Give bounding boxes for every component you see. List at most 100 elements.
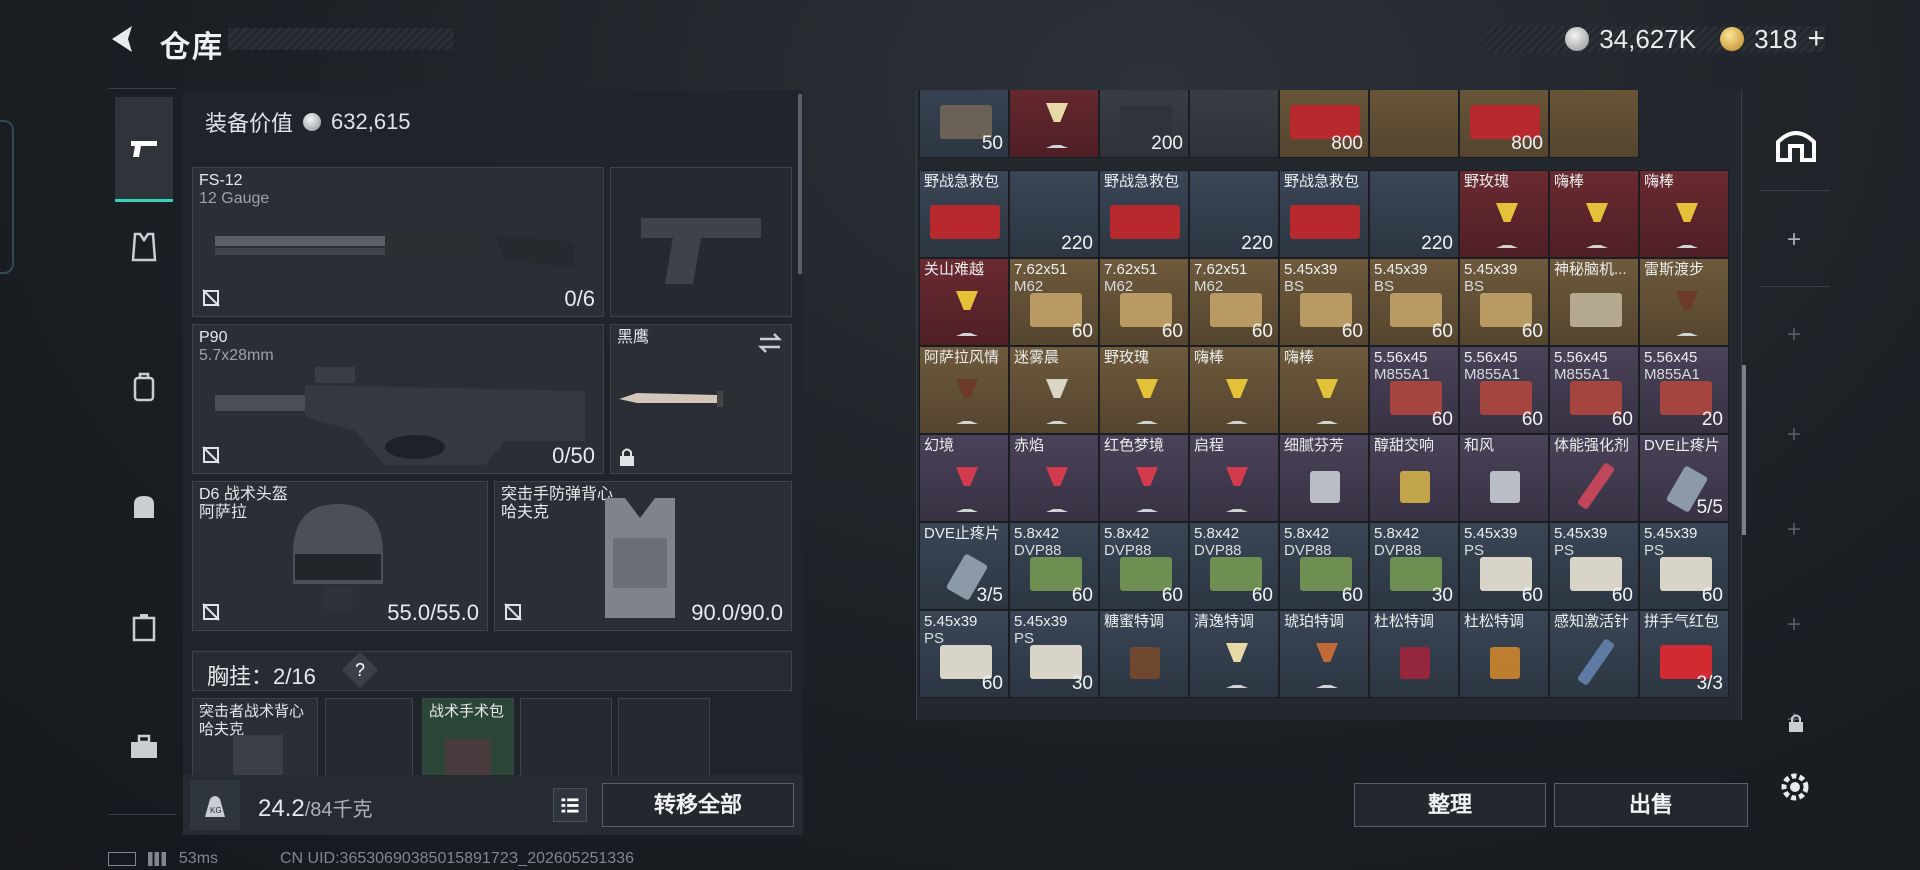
stash-item-cell[interactable]: 220 — [1189, 170, 1279, 258]
stash-item-cell[interactable]: 5.8x42 DVP88 60 — [1009, 522, 1099, 610]
stash-item-cell[interactable]: 5.45x39 BS 60 — [1369, 258, 1459, 346]
stash-item-cell[interactable]: 红色梦境 — [1099, 434, 1189, 522]
stash-item-cell[interactable]: 神秘脑机... — [1549, 258, 1639, 346]
stash-item-cell[interactable]: 220 — [1369, 170, 1459, 258]
stash-item-name: 醇甜交响 — [1374, 437, 1435, 454]
rig-item-slot[interactable]: 战术手术包 — [422, 698, 514, 779]
stash-item-cell[interactable]: 阿萨拉风情 — [919, 346, 1009, 434]
organize-button[interactable]: 整理 — [1354, 783, 1546, 827]
add-stash-page-button[interactable]: + — [1784, 323, 1804, 347]
stash-item-cell[interactable]: 琥珀特调 — [1279, 610, 1369, 698]
help-button[interactable]: ? — [341, 651, 379, 689]
stash-item-cell[interactable]: 嗨棒 — [1189, 346, 1279, 434]
stash-item-cell[interactable]: DVE止疼片 5/5 — [1639, 434, 1729, 522]
swap-icon[interactable] — [757, 331, 783, 355]
stash-item-cell[interactable]: 杜松特调 — [1459, 610, 1549, 698]
stash-item-cell[interactable]: 启程 — [1189, 434, 1279, 522]
sell-button[interactable]: 出售 — [1554, 783, 1748, 827]
tab-backpack[interactable] — [116, 359, 172, 415]
tab-bag[interactable] — [116, 479, 172, 535]
stash-item-cell[interactable]: 嗨棒 — [1279, 346, 1369, 434]
stash-item-cell[interactable]: 和风 — [1459, 434, 1549, 522]
stash-item-cell[interactable]: 5.45x39 PS 60 — [1549, 522, 1639, 610]
stash-item-cell[interactable]: 糖蜜特调 — [1099, 610, 1189, 698]
stash-item-cell[interactable]: 7.62x51 M62 60 — [1189, 258, 1279, 346]
pistol-slot-empty[interactable] — [610, 167, 792, 317]
primary-weapon-slot[interactable]: FS-12 12 Gauge 0/6 — [192, 167, 604, 317]
stash-item-cell[interactable]: 5.8x42 DVP88 60 — [1099, 522, 1189, 610]
stash-item-cell[interactable]: 标准头盔50 — [919, 90, 1009, 158]
tab-weapons[interactable] — [115, 97, 173, 202]
stash-item-cell[interactable] — [1369, 90, 1459, 158]
stash-item-cell[interactable]: 赤焰 — [1009, 434, 1099, 522]
stash-item-cell[interactable]: 醇甜交响 — [1369, 434, 1459, 522]
transfer-all-button[interactable]: 转移全部 — [602, 783, 794, 827]
stash-item-cell[interactable]: 野战急救包 — [1279, 170, 1369, 258]
stash-item-cell[interactable]: 幻境 — [919, 434, 1009, 522]
stash-item-cell[interactable]: 7.62x51 M62 60 — [1009, 258, 1099, 346]
tab-armor[interactable] — [116, 219, 172, 275]
stash-item-cell[interactable]: 5.56x45 M855A1 60 — [1459, 346, 1549, 434]
stash-item-cell[interactable]: 7.62x51 M62 60 — [1099, 258, 1189, 346]
stash-item-cell[interactable] — [1189, 90, 1279, 158]
stash-item-cell[interactable]: 200 — [1099, 90, 1189, 158]
stash-item-cell[interactable]: 清逸特调 — [1189, 610, 1279, 698]
stash-item-cell[interactable]: 5.56x45 M855A1 60 — [1369, 346, 1459, 434]
stash-item-cell[interactable]: 5.45x39 PS 60 — [1639, 522, 1729, 610]
rig-item-slot-empty[interactable] — [325, 698, 413, 778]
stash-item-cell[interactable]: 800 — [1279, 90, 1369, 158]
side-drawer-handle[interactable] — [0, 120, 14, 274]
stash-item-cell[interactable]: 5.56x45 M855A1 20 — [1639, 346, 1729, 434]
add-stash-page-button[interactable]: + — [1784, 423, 1804, 447]
secondary-weapon-slot[interactable]: P90 5.7x28mm 0/50 — [192, 324, 604, 474]
stash-item-cell[interactable]: 5.45x39 BS 60 — [1459, 258, 1549, 346]
stash-item-cell[interactable]: 野战急救包 — [1099, 170, 1189, 258]
tab-case[interactable] — [116, 599, 172, 655]
armor-vest-slot[interactable]: 突击手防弹背心 哈夫克 90.0/90.0 — [494, 481, 792, 631]
stash-item-cell[interactable]: 迷雾晨 — [1009, 346, 1099, 434]
stash-item-cell[interactable]: 感知激活针 — [1549, 610, 1639, 698]
stash-item-cell[interactable]: 5.45x39 PS 60 — [919, 610, 1009, 698]
gear-icon[interactable] — [1778, 770, 1812, 804]
stash-home-icon[interactable] — [1774, 124, 1818, 164]
stash-item-cell[interactable]: 5.45x39 PS 30 — [1009, 610, 1099, 698]
stash-item-cell[interactable]: 清逸特调 — [1009, 90, 1099, 158]
rig-item-slot-empty[interactable] — [520, 698, 612, 778]
add-stash-page-button[interactable]: + — [1784, 518, 1804, 542]
add-gold-button[interactable]: + — [1807, 22, 1825, 56]
gold-currency-value: 318 — [1754, 23, 1798, 54]
stash-item-cell[interactable]: 野玫瑰 — [1099, 346, 1189, 434]
helmet-slot[interactable]: D6 战术头盔 阿萨拉 55.0/55.0 — [192, 481, 488, 631]
stash-item-cell[interactable]: 220 — [1009, 170, 1099, 258]
melee-slot[interactable]: 黑鹰 — [610, 324, 792, 474]
stash-item-cell[interactable]: 5.8x42 DVP88 60 — [1189, 522, 1279, 610]
stash-item-cell[interactable]: 5.45x39 PS 60 — [1459, 522, 1549, 610]
list-view-button[interactable] — [553, 788, 587, 822]
stash-item-cell[interactable]: 雷斯渡步 — [1639, 258, 1729, 346]
stash-item-cell[interactable]: DVE止疼片 3/5 — [919, 522, 1009, 610]
add-stash-page-button[interactable]: + — [1784, 228, 1804, 252]
stash-item-cell[interactable]: 杜松特调 — [1369, 610, 1459, 698]
equipment-scrollbar[interactable] — [798, 94, 802, 274]
stash-item-cell[interactable]: 5.56x45 M855A1 60 — [1549, 346, 1639, 434]
rig-item-slot-empty[interactable] — [618, 698, 710, 778]
equipment-value: 装备价值 632,615 — [205, 106, 411, 138]
stash-item-cell[interactable]: 体能强化剂 — [1549, 434, 1639, 522]
stash-item-cell[interactable]: 5.8x42 DVP88 60 — [1279, 522, 1369, 610]
stash-scrollbar[interactable] — [1742, 365, 1746, 535]
stash-item-cell[interactable]: 细腻芬芳 — [1279, 434, 1369, 522]
stash-item-cell[interactable]: 5.45x39 BS 60 — [1279, 258, 1369, 346]
stash-item-cell[interactable]: 嗨棒 — [1549, 170, 1639, 258]
stash-item-cell[interactable]: 野战急救包 — [919, 170, 1009, 258]
rig-item-slot[interactable]: 突击者战术背心 哈夫克 — [192, 698, 318, 779]
stash-item-cell[interactable]: 800 — [1459, 90, 1549, 158]
back-arrow-icon[interactable] — [106, 22, 140, 56]
tab-toolbox[interactable] — [116, 719, 172, 775]
stash-item-cell[interactable]: 拼手气红包 3/3 — [1639, 610, 1729, 698]
add-stash-page-button[interactable]: + — [1784, 613, 1804, 637]
stash-item-cell[interactable]: 野玫瑰 — [1459, 170, 1549, 258]
stash-item-cell[interactable]: 5.8x42 DVP88 30 — [1369, 522, 1459, 610]
stash-item-cell[interactable]: 关山难越 — [919, 258, 1009, 346]
stash-item-cell[interactable]: 嗨棒 — [1639, 170, 1729, 258]
stash-item-cell[interactable] — [1549, 90, 1639, 158]
